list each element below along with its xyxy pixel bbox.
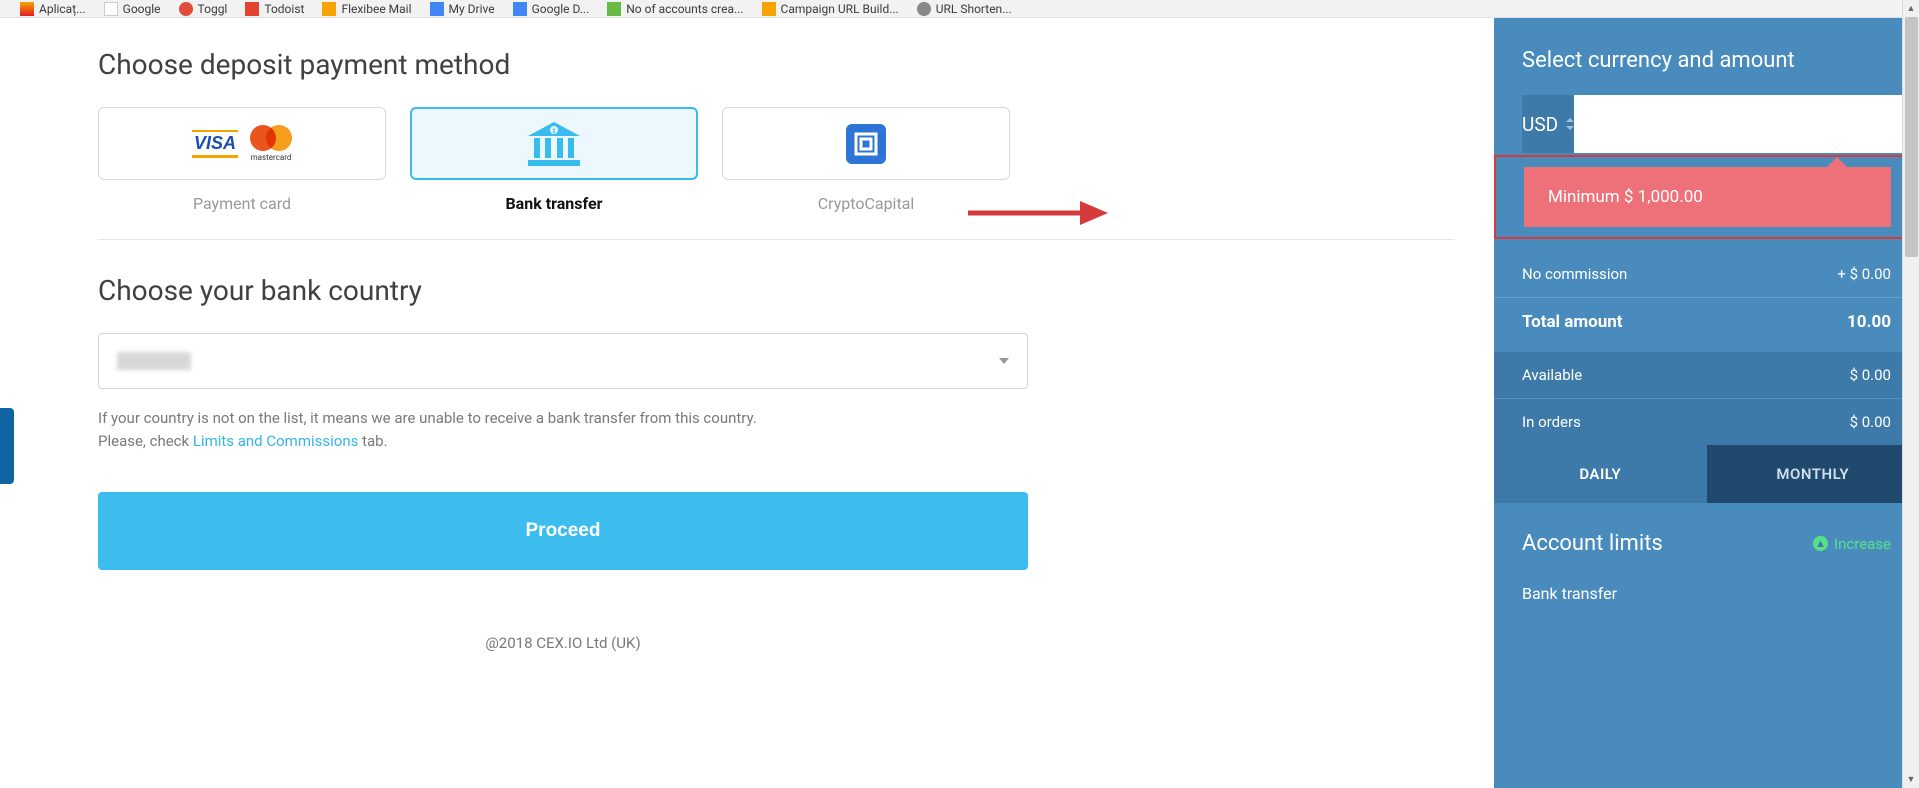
- payment-methods: VISA mastercard $: [98, 107, 1454, 180]
- vertical-scrollbar[interactable]: ▲ ▼: [1902, 0, 1919, 788]
- limit-item-bank-transfer: Bank transfer: [1494, 572, 1919, 603]
- available-row: Available $ 0.00: [1494, 352, 1919, 399]
- choose-method-title: Choose deposit payment method: [98, 48, 1454, 81]
- amount-panel: Select currency and amount USD Minimum $…: [1494, 18, 1919, 788]
- country-select[interactable]: [98, 333, 1028, 389]
- limits-link[interactable]: Limits and Commissions: [193, 432, 359, 450]
- mastercard-icon: mastercard: [250, 125, 292, 162]
- error-highlight-box: Minimum $ 1,000.00: [1494, 155, 1911, 239]
- account-limits-title: Account limits: [1522, 531, 1663, 556]
- bookmark-item[interactable]: Flexibee Mail: [322, 2, 411, 16]
- amount-input[interactable]: [1574, 95, 1919, 153]
- sort-icon: [1566, 118, 1574, 130]
- inorders-label: In orders: [1522, 413, 1581, 431]
- chevron-down-icon: [999, 358, 1009, 364]
- bookmark-item[interactable]: Toggl: [179, 2, 228, 16]
- bookmark-item[interactable]: Google: [104, 2, 161, 16]
- tab-monthly[interactable]: MONTHLY: [1707, 445, 1919, 503]
- bookmark-item[interactable]: Todoist: [245, 2, 304, 16]
- choose-country-title: Choose your bank country: [98, 274, 1454, 307]
- commission-row: No commission + $ 0.00: [1494, 251, 1919, 298]
- footer-copyright: @2018 CEX.IO Ltd (UK): [98, 634, 1028, 652]
- method-label-payment-card: Payment card: [98, 194, 386, 213]
- arrow-up-circle-icon: ▲: [1813, 536, 1828, 551]
- method-label-cryptocapital: CryptoCapital: [722, 194, 1010, 213]
- scroll-thumb[interactable]: [1905, 17, 1918, 257]
- available-value: $ 0.00: [1850, 366, 1891, 384]
- commission-label: No commission: [1522, 265, 1627, 283]
- bookmark-item[interactable]: Google D...: [513, 2, 590, 16]
- method-card-bank-transfer[interactable]: $: [410, 107, 698, 180]
- bookmark-item[interactable]: My Drive: [430, 2, 495, 16]
- inorders-value: $ 0.00: [1850, 413, 1891, 431]
- country-note: If your country is not on the list, it m…: [98, 407, 1454, 452]
- svg-text:$: $: [552, 128, 556, 135]
- commission-value: + $ 0.00: [1837, 265, 1891, 283]
- available-label: Available: [1522, 366, 1582, 384]
- bookmark-item[interactable]: No of accounts crea...: [607, 2, 743, 16]
- side-feedback-tab[interactable]: [0, 408, 14, 484]
- panel-title: Select currency and amount: [1494, 48, 1919, 95]
- currency-label: USD: [1522, 113, 1558, 136]
- proceed-button[interactable]: Proceed: [98, 492, 1028, 570]
- minimum-error: Minimum $ 1,000.00: [1524, 167, 1891, 227]
- bookmark-item[interactable]: Aplicaț...: [20, 2, 86, 16]
- total-row: Total amount 10.00: [1494, 298, 1919, 352]
- divider: [98, 239, 1454, 240]
- method-label-bank-transfer: Bank transfer: [410, 194, 698, 213]
- method-card-payment-card[interactable]: VISA mastercard: [98, 107, 386, 180]
- method-card-cryptocapital[interactable]: [722, 107, 1010, 180]
- cryptocapital-icon: [846, 124, 886, 164]
- bookmark-item[interactable]: Campaign URL Build...: [762, 2, 899, 16]
- increase-link[interactable]: ▲ Increase: [1813, 535, 1891, 553]
- bookmarks-bar: Aplicaț... Google Toggl Todoist Flexibee…: [0, 0, 1919, 18]
- total-value: 10.00: [1847, 312, 1891, 332]
- country-value-redacted: [117, 352, 191, 370]
- bookmark-item[interactable]: URL Shorten...: [917, 2, 1012, 16]
- visa-icon: VISA: [192, 130, 238, 158]
- total-label: Total amount: [1522, 312, 1623, 332]
- currency-select[interactable]: USD: [1522, 95, 1574, 153]
- inorders-row: In orders $ 0.00: [1494, 399, 1919, 445]
- scroll-down-button[interactable]: ▼: [1903, 771, 1919, 788]
- bank-icon: $: [528, 122, 580, 166]
- scroll-up-button[interactable]: ▲: [1903, 0, 1919, 17]
- tab-daily[interactable]: DAILY: [1494, 445, 1707, 503]
